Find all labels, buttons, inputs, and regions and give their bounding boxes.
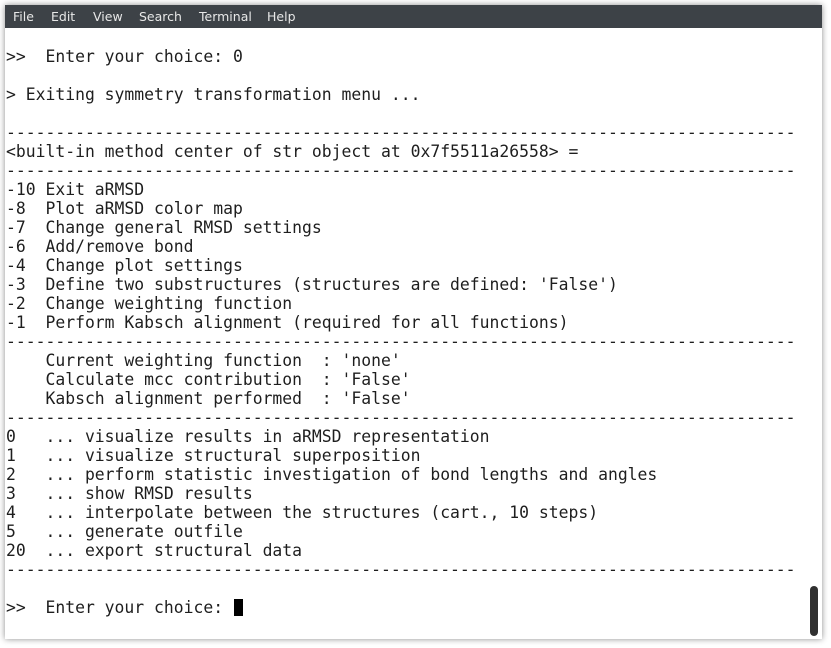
terminal-line: -4 Change plot settings <box>6 256 243 275</box>
terminal-window: File Edit View Search Terminal Help >> E… <box>5 5 822 639</box>
terminal-line: 2 ... perform statistic investigation of… <box>6 465 658 484</box>
terminal-line: Calculate mcc contribution : 'False' <box>6 370 411 389</box>
text-cursor <box>233 599 243 616</box>
prompt-line[interactable]: >> Enter your choice: <box>6 598 243 617</box>
terminal-line: -6 Add/remove bond <box>6 237 194 256</box>
menu-file[interactable]: File <box>13 9 34 24</box>
terminal-line: <built-in method center of str object at… <box>6 142 579 161</box>
terminal-separator: ----------------------------------------… <box>6 560 796 579</box>
terminal-line: 20 ... export structural data <box>6 541 303 560</box>
terminal-line: -1 Perform Kabsch alignment (required fo… <box>6 313 569 332</box>
menu-bar: File Edit View Search Terminal Help <box>5 5 822 28</box>
terminal-line: 5 ... generate outfile <box>6 522 243 541</box>
terminal-line: Kabsch alignment performed : 'False' <box>6 389 411 408</box>
scrollbar-thumb[interactable] <box>810 586 818 636</box>
terminal-line: 0 ... visualize results in aRMSD represe… <box>6 427 490 446</box>
menu-terminal[interactable]: Terminal <box>199 9 252 24</box>
terminal-separator: ----------------------------------------… <box>6 408 796 427</box>
menu-help[interactable]: Help <box>267 9 296 24</box>
terminal-line: -7 Change general RMSD settings <box>6 218 322 237</box>
menu-view[interactable]: View <box>93 9 123 24</box>
terminal-line: >> Enter your choice: 0 <box>6 47 243 66</box>
terminal-line: > Exiting symmetry transformation menu .… <box>6 85 421 104</box>
menu-search[interactable]: Search <box>139 9 182 24</box>
terminal-line: -3 Define two substructures (structures … <box>6 275 618 294</box>
scrollbar-track[interactable] <box>805 28 822 639</box>
terminal-separator: ----------------------------------------… <box>6 123 796 142</box>
prompt-text: >> Enter your choice: <box>6 598 233 617</box>
terminal-line: 4 ... interpolate between the structures… <box>6 503 599 522</box>
terminal-separator: ----------------------------------------… <box>6 161 796 180</box>
terminal-line: -10 Exit aRMSD <box>6 180 145 199</box>
terminal-output[interactable]: >> Enter your choice: 0 > Exiting symmet… <box>5 28 805 639</box>
terminal-line: 1 ... visualize structural superposition <box>6 446 421 465</box>
terminal-line: -8 Plot aRMSD color map <box>6 199 243 218</box>
terminal-line: -2 Change weighting function <box>6 294 293 313</box>
menu-edit[interactable]: Edit <box>51 9 75 24</box>
terminal-separator: ----------------------------------------… <box>6 332 796 351</box>
terminal-line: 3 ... show RMSD results <box>6 484 253 503</box>
terminal-line: Current weighting function : 'none' <box>6 351 401 370</box>
